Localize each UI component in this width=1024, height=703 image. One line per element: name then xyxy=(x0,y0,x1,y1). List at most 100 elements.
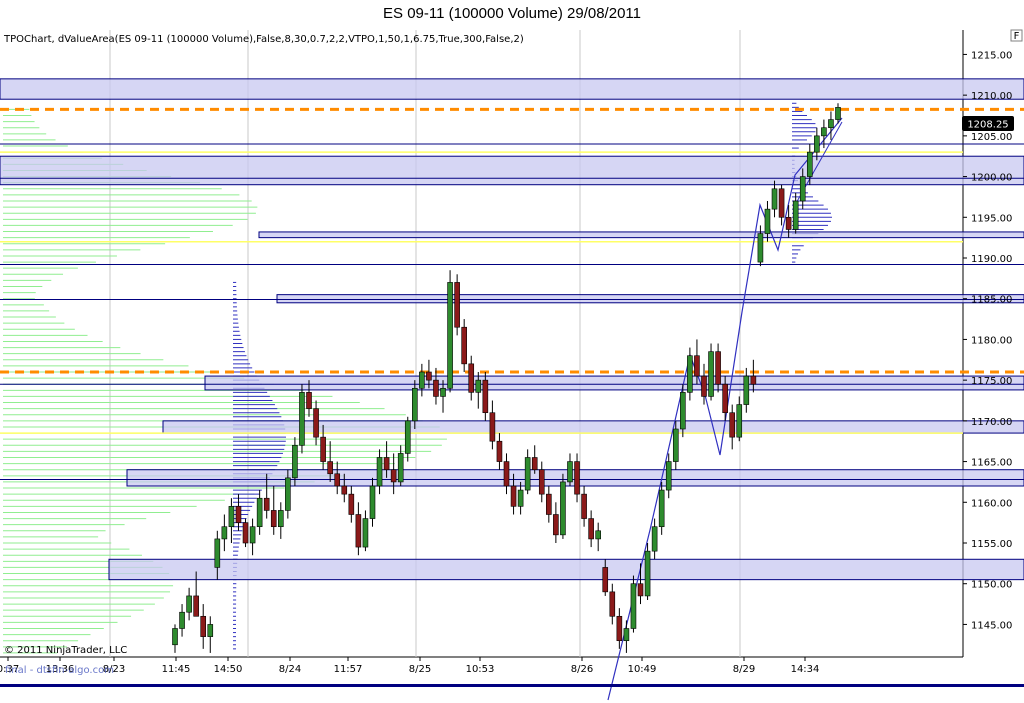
candle-body xyxy=(277,510,284,528)
candle-body xyxy=(461,326,467,365)
y-tick-label: 1200.00 xyxy=(971,173,1012,184)
candle-body xyxy=(553,514,559,536)
candle-body xyxy=(362,518,369,548)
candle-body xyxy=(821,127,827,137)
candle-body xyxy=(835,107,841,120)
candle-body xyxy=(496,440,503,462)
candle-body xyxy=(503,461,510,487)
candle-body xyxy=(538,469,545,495)
candle-body xyxy=(214,538,221,568)
x-tick-label: 14:50 xyxy=(214,664,243,675)
overlay-text: final - dtsfin-algo.com xyxy=(5,665,114,676)
candle-body xyxy=(715,351,721,385)
candle-body xyxy=(242,522,249,544)
candle-body xyxy=(736,404,743,438)
candle-body xyxy=(249,526,256,544)
candle-body xyxy=(524,457,531,491)
candle-body xyxy=(764,208,771,234)
x-tick-label: 10:53 xyxy=(466,664,495,675)
candle-body xyxy=(595,530,601,540)
candle-body xyxy=(376,457,383,487)
candle-body xyxy=(560,481,566,536)
candle-body xyxy=(588,518,594,540)
y-tick-label: 1190.00 xyxy=(971,254,1012,265)
candle-body xyxy=(270,510,277,528)
y-tick-label: 1180.00 xyxy=(971,335,1012,346)
candle-body xyxy=(475,379,482,393)
candle-body xyxy=(263,497,270,511)
value-area-band xyxy=(162,420,1024,434)
candle-body xyxy=(616,615,623,642)
candle-body xyxy=(517,489,524,507)
candle-body xyxy=(200,615,207,637)
candle-body xyxy=(722,383,728,414)
x-tick-label: 8/24 xyxy=(279,664,301,675)
candle-body xyxy=(207,624,214,637)
candle-body xyxy=(172,628,178,646)
candle-body xyxy=(687,355,693,393)
x-tick-label: 8/26 xyxy=(571,664,593,675)
candle-body xyxy=(489,412,496,442)
y-tick-label: 1155.00 xyxy=(971,539,1012,550)
candle-body xyxy=(433,379,439,397)
candle-body xyxy=(355,514,362,548)
candle-body xyxy=(454,282,460,328)
y-tick-label: 1165.00 xyxy=(971,458,1012,469)
candle-body xyxy=(651,526,658,552)
candle-body xyxy=(828,119,834,129)
candle-body xyxy=(320,436,326,462)
candle-body xyxy=(397,453,404,483)
last-price-value: 1208.25 xyxy=(967,120,1008,131)
candle-body xyxy=(757,233,764,263)
candle-body xyxy=(806,151,813,177)
y-tick-label: 1175.00 xyxy=(971,376,1012,387)
candle-body xyxy=(672,428,679,462)
y-tick-label: 1215.00 xyxy=(971,50,1012,61)
candle-body xyxy=(313,408,319,438)
y-tick-label: 1150.00 xyxy=(971,580,1012,591)
candle-body xyxy=(574,461,580,495)
candle-body xyxy=(665,461,672,491)
candle-body xyxy=(799,176,806,202)
candle-body xyxy=(658,489,665,528)
price-chart[interactable]: 1145.00 1150.00 1155.00 1160.00 1165.00 1170.… xyxy=(0,0,1024,703)
candle-body xyxy=(680,392,686,430)
candle-body xyxy=(771,188,778,210)
value-area-band xyxy=(0,155,1024,186)
x-tick-label: 8/29 xyxy=(733,664,755,675)
candle-body xyxy=(341,485,348,495)
candle-body xyxy=(334,473,341,487)
candle-body xyxy=(743,375,750,405)
y-tick-label: 1205.00 xyxy=(971,132,1012,143)
candle-body xyxy=(468,363,475,393)
candle-body xyxy=(426,371,432,381)
value-area-band xyxy=(108,558,1024,581)
candle-body xyxy=(447,282,453,389)
candle-body xyxy=(221,526,228,540)
value-area-band xyxy=(276,294,1024,304)
candle-body xyxy=(510,485,517,507)
candle-body xyxy=(630,583,637,629)
candle-body xyxy=(299,392,305,446)
candle-body xyxy=(546,493,552,515)
candle-body xyxy=(292,444,298,479)
value-area-band xyxy=(0,78,1024,100)
candle-body xyxy=(235,506,242,523)
candle-body xyxy=(193,595,199,617)
candle-body xyxy=(256,497,263,528)
candle-body xyxy=(609,591,616,617)
candle-body xyxy=(729,412,736,438)
candle-body xyxy=(390,469,397,483)
candle-body xyxy=(285,477,291,511)
panel-button-label: F xyxy=(1014,31,1020,42)
candle-body xyxy=(327,461,333,475)
y-tick-label: 1170.00 xyxy=(971,417,1012,428)
bottom-bar xyxy=(0,684,1024,687)
candle-body xyxy=(419,371,425,389)
y-tick-label: 1195.00 xyxy=(971,213,1012,224)
y-tick-label: 1160.00 xyxy=(971,498,1012,509)
value-area-band xyxy=(204,375,1024,391)
x-tick-label: 10:49 xyxy=(628,664,657,675)
y-tick-label: 1185.00 xyxy=(971,295,1012,306)
indicator-label: TPOChart, dValueArea(ES 09-11 (100000 Vo… xyxy=(3,34,524,45)
